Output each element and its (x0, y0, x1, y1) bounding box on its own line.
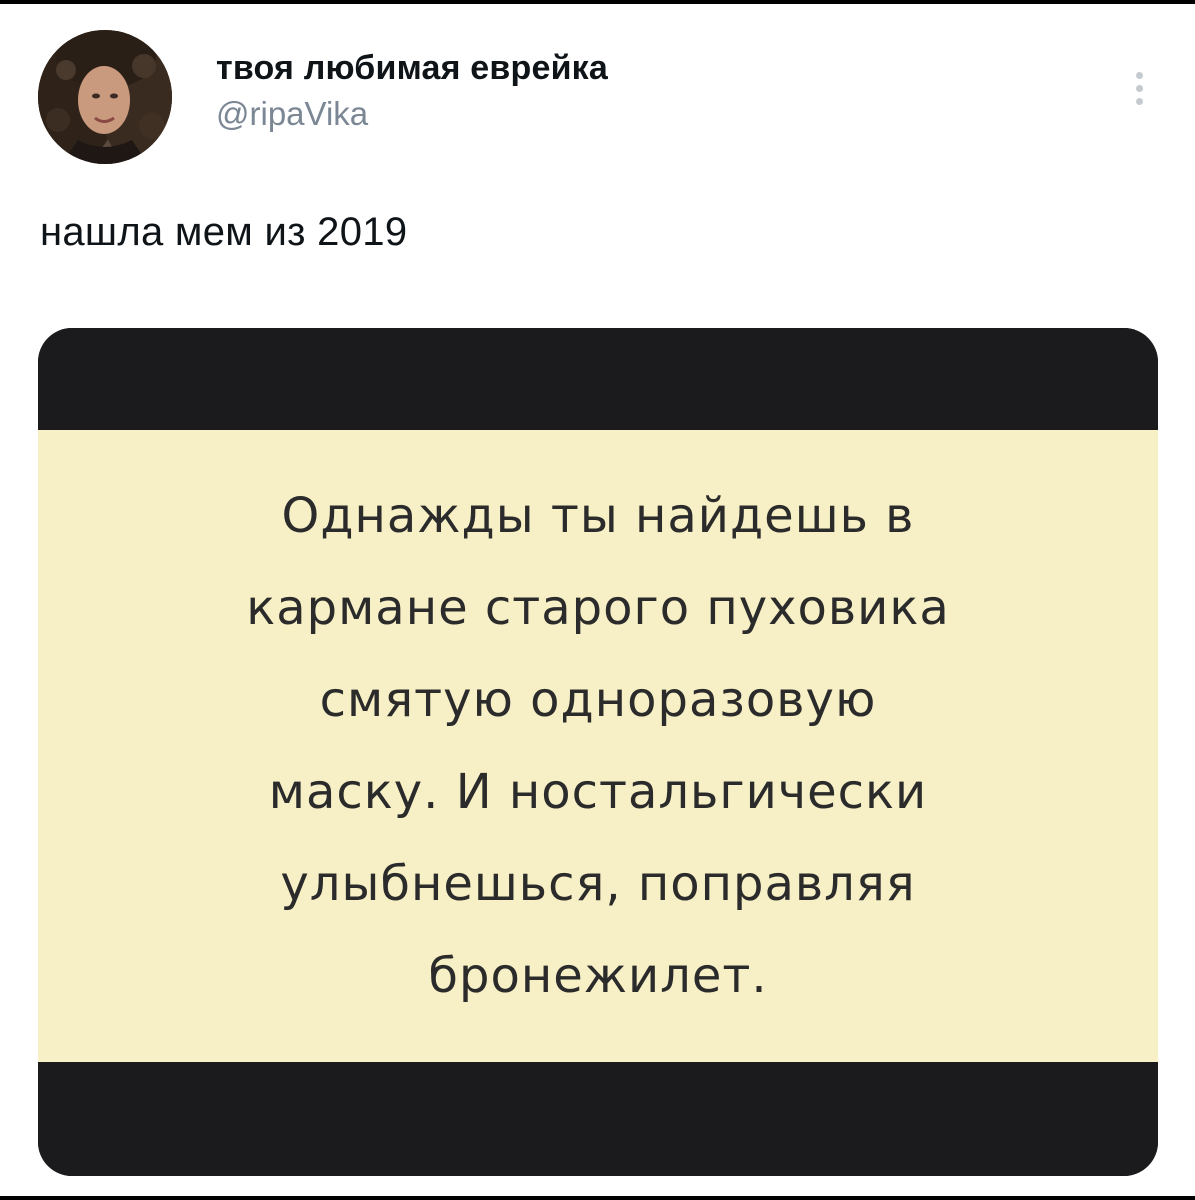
meme-card: Однажды ты найдешь в кармане старого пух… (38, 430, 1158, 1062)
more-vertical-icon-dot (1135, 84, 1143, 92)
meme-line: Однажды ты найдешь в (281, 488, 915, 544)
tweet-frame: твоя любимая еврейка @ripaVika нашла мем… (0, 4, 1195, 1196)
more-options-button[interactable] (1124, 60, 1154, 116)
media-top-bar (38, 328, 1158, 430)
meme-line: бронежилет. (428, 948, 768, 1004)
meme-line: смятую одноразовую (319, 672, 877, 728)
tweet-media[interactable]: Однажды ты найдешь в кармане старого пух… (38, 328, 1158, 1176)
tweet-text: нашла мем из 2019 (40, 210, 408, 254)
tweet-header: твоя любимая еврейка @ripaVika (38, 28, 1158, 168)
user-handle[interactable]: @ripaVika (216, 92, 608, 136)
meme-line: маску. И ностальгически (268, 764, 928, 820)
more-vertical-icon (1135, 71, 1143, 79)
avatar[interactable] (38, 30, 172, 164)
meme-line: кармане старого пуховика (246, 580, 950, 636)
display-name[interactable]: твоя любимая еврейка (216, 46, 608, 90)
more-vertical-icon-dot (1135, 97, 1143, 105)
media-bottom-bar (38, 1062, 1158, 1176)
author-names: твоя любимая еврейка @ripaVika (216, 46, 608, 136)
meme-line: улыбнешься, поправляя (280, 856, 916, 912)
meme-text: Однажды ты найдешь в кармане старого пух… (38, 470, 1158, 1022)
avatar-image (38, 30, 172, 164)
